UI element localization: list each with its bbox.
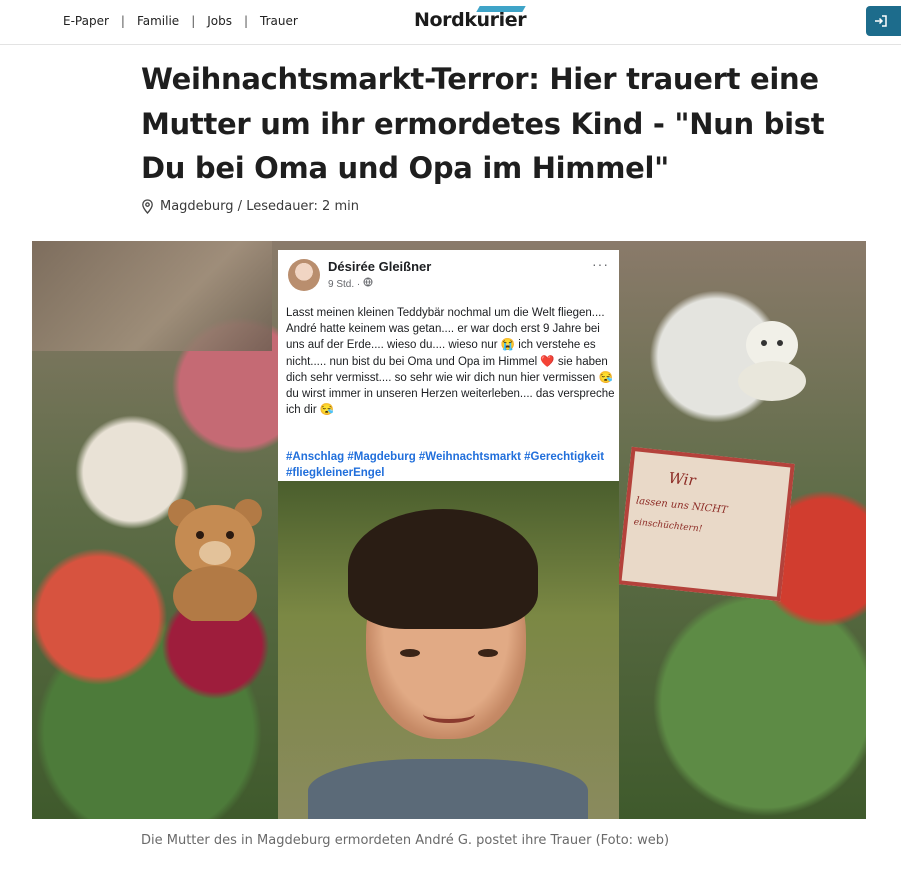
logo-mark bbox=[476, 6, 526, 12]
plush-lamb-image bbox=[738, 321, 806, 401]
nav-separator: | bbox=[243, 14, 249, 28]
nav-link-familie[interactable]: Familie bbox=[137, 14, 179, 28]
sign-line-2: lassen uns NICHT bbox=[635, 495, 728, 517]
nav-link-epaper[interactable]: E-Paper bbox=[63, 14, 109, 28]
location-reading-time: Magdeburg / Lesedauer: 2 min bbox=[160, 199, 359, 214]
logo-text: Nordkurier bbox=[414, 9, 527, 31]
sign-line-1: Wir bbox=[667, 468, 697, 490]
post-hashtags: #Anschlag #Magdeburg #Weihnachtsmarkt #G… bbox=[286, 451, 605, 480]
article-headline: Weihnachtsmarkt-Terror: Hier trauert ein… bbox=[141, 62, 825, 185]
sign-line-3: einschüchtern! bbox=[633, 517, 703, 535]
nav-link-trauer[interactable]: Trauer bbox=[260, 14, 298, 28]
portrait-eye-right bbox=[478, 649, 498, 657]
post-text: Lasst meinen kleinen Teddybär nochmal um… bbox=[286, 307, 615, 417]
portrait-smile bbox=[423, 705, 475, 723]
portrait-shirt bbox=[308, 759, 588, 819]
site-header: E-Paper | Familie | Jobs | Trauer Nordku… bbox=[0, 0, 901, 45]
nav-link-jobs[interactable]: Jobs bbox=[207, 14, 232, 28]
login-button[interactable] bbox=[866, 6, 901, 36]
post-author: Désirée Gleißner bbox=[328, 259, 432, 274]
post-time-text: 9 Std. · bbox=[328, 279, 364, 290]
globe-icon bbox=[363, 277, 373, 287]
top-nav: E-Paper | Familie | Jobs | Trauer bbox=[63, 14, 298, 28]
teddy-bear-image bbox=[168, 499, 262, 621]
post-time: 9 Std. · bbox=[328, 277, 373, 290]
hero-image: Wir lassen uns NICHT einschüchtern! Dési… bbox=[32, 241, 866, 819]
login-icon bbox=[875, 15, 887, 27]
portrait-eye-left bbox=[400, 649, 420, 657]
avatar bbox=[288, 259, 320, 291]
site-logo[interactable]: Nordkurier bbox=[414, 6, 527, 31]
location-pin-icon bbox=[142, 199, 153, 214]
image-caption: Die Mutter des in Magdeburg ermordeten A… bbox=[141, 833, 670, 848]
stone-wall bbox=[32, 241, 272, 351]
child-portrait-image bbox=[278, 481, 619, 819]
nav-separator: | bbox=[191, 14, 196, 28]
nav-separator: | bbox=[120, 14, 125, 28]
more-options-icon: ··· bbox=[592, 256, 609, 272]
article-meta: Magdeburg / Lesedauer: 2 min bbox=[141, 199, 359, 214]
protest-sign: Wir lassen uns NICHT einschüchtern! bbox=[617, 446, 795, 602]
facebook-post: Désirée Gleißner 9 Std. · ··· Lasst mein… bbox=[278, 250, 619, 481]
portrait-hair bbox=[348, 509, 538, 629]
